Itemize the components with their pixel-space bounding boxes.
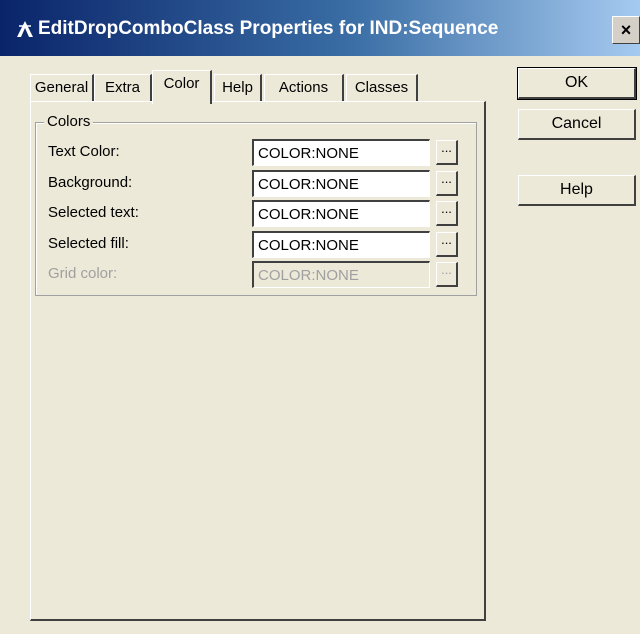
selected-fill-row: Selected fill: ...: [36, 231, 476, 261]
grid-color-field: [252, 261, 430, 288]
background-browse-button[interactable]: ...: [436, 171, 458, 196]
help-button[interactable]: Help: [518, 175, 636, 206]
tab-label: Color: [163, 75, 200, 92]
background-label: Background:: [48, 174, 133, 191]
tab-general[interactable]: General: [30, 74, 94, 102]
background-field[interactable]: [252, 170, 430, 197]
app-icon: [16, 20, 34, 42]
selected-fill-browse-button[interactable]: ...: [436, 232, 458, 257]
tab-label: Extra: [104, 79, 140, 96]
tab-label: Help: [222, 79, 253, 96]
tab-help[interactable]: Help: [214, 74, 262, 102]
cancel-button[interactable]: Cancel: [518, 109, 636, 140]
groupbox-label: Colors: [44, 113, 94, 130]
selected-text-field[interactable]: [252, 200, 430, 227]
grid-color-label: Grid color:: [48, 265, 118, 282]
colors-groupbox: Colors Text Color: ... Background: ... S…: [35, 113, 477, 296]
selected-text-label: Selected text:: [48, 204, 139, 221]
tab-panel-color: Colors Text Color: ... Background: ... S…: [30, 101, 486, 621]
grid-color-row: Grid color: ...: [36, 261, 476, 291]
tab-label: General: [34, 79, 89, 96]
text-color-browse-button[interactable]: ...: [436, 140, 458, 165]
tab-color[interactable]: Color: [152, 70, 212, 104]
close-icon: ×: [620, 20, 632, 40]
tab-label: Classes: [354, 79, 409, 96]
selected-text-browse-button[interactable]: ...: [436, 201, 458, 226]
selected-fill-label: Selected fill:: [48, 235, 129, 252]
text-color-row: Text Color: ...: [36, 139, 476, 169]
background-row: Background: ...: [36, 170, 476, 200]
tab-actions[interactable]: Actions: [264, 74, 344, 102]
tab-classes[interactable]: Classes: [346, 74, 418, 102]
selected-fill-field[interactable]: [252, 231, 430, 258]
selected-text-row: Selected text: ...: [36, 200, 476, 230]
text-color-label: Text Color:: [48, 143, 120, 160]
text-color-field[interactable]: [252, 139, 430, 166]
tab-label: Actions: [278, 79, 329, 96]
grid-color-browse-button: ...: [436, 262, 458, 287]
ok-button[interactable]: OK: [517, 67, 637, 100]
title-bar: EditDropComboClass Properties for IND:Se…: [0, 0, 640, 56]
window-title: EditDropComboClass Properties for IND:Se…: [38, 18, 499, 39]
close-button[interactable]: ×: [612, 16, 640, 44]
tab-extra[interactable]: Extra: [94, 74, 152, 102]
